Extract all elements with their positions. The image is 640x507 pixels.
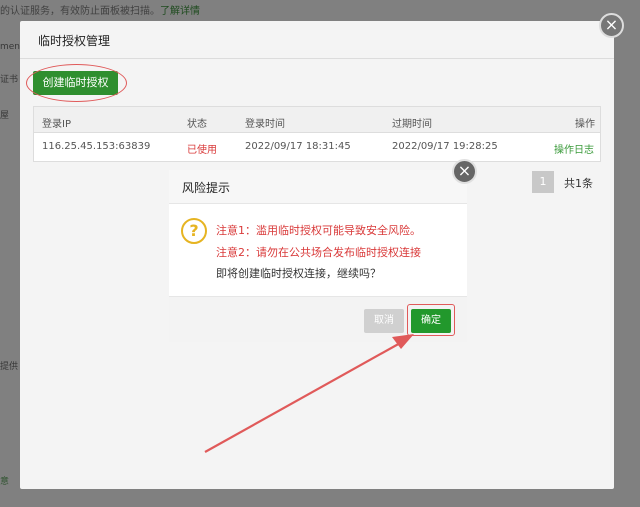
modal-title: 临时授权管理 [20,21,614,59]
table-header: 登录IP 状态 登录时间 过期时间 操作 [34,107,600,133]
annotation-highlight-box [407,304,455,336]
warning-line-2: 注意2：请勿在公共场合发布临时授权连接 [216,246,421,259]
cell-expire-time: 2022/09/17 19:28:25 [392,141,498,152]
operation-log-link[interactable]: 操作日志 [554,141,594,156]
annotation-ellipse [26,64,127,102]
confirm-question: 即将创建临时授权连接，继续吗？ [216,267,381,280]
header-login-time: 登录时间 [245,119,285,130]
header-status: 状态 [187,119,207,130]
pagination: 1 共1条 [532,171,602,193]
header-expire-time: 过期时间 [392,119,432,130]
header-action: 操作 [575,119,595,130]
warning-line-1: 注意1：滥用临时授权可能导致安全风险。 [216,224,421,237]
table-row: 116.25.45.153:63839 已使用 2022/09/17 18:31… [34,133,600,161]
cell-status: 已使用 [187,145,217,156]
cell-login-ip: 116.25.45.153:63839 [42,141,151,152]
page-number-button[interactable]: 1 [532,171,554,193]
close-icon[interactable]: × [452,159,477,184]
close-icon[interactable]: × [599,13,624,38]
cell-login-time: 2022/09/17 18:31:45 [245,141,351,152]
auth-table: 登录IP 状态 登录时间 过期时间 操作 116.25.45.153:63839… [33,106,601,162]
total-count: 共1条 [564,177,593,190]
question-icon: ? [181,218,207,244]
cancel-button[interactable]: 取消 [364,309,404,333]
header-login-ip: 登录IP [42,119,71,130]
risk-dialog-title: 风险提示 [169,170,467,204]
